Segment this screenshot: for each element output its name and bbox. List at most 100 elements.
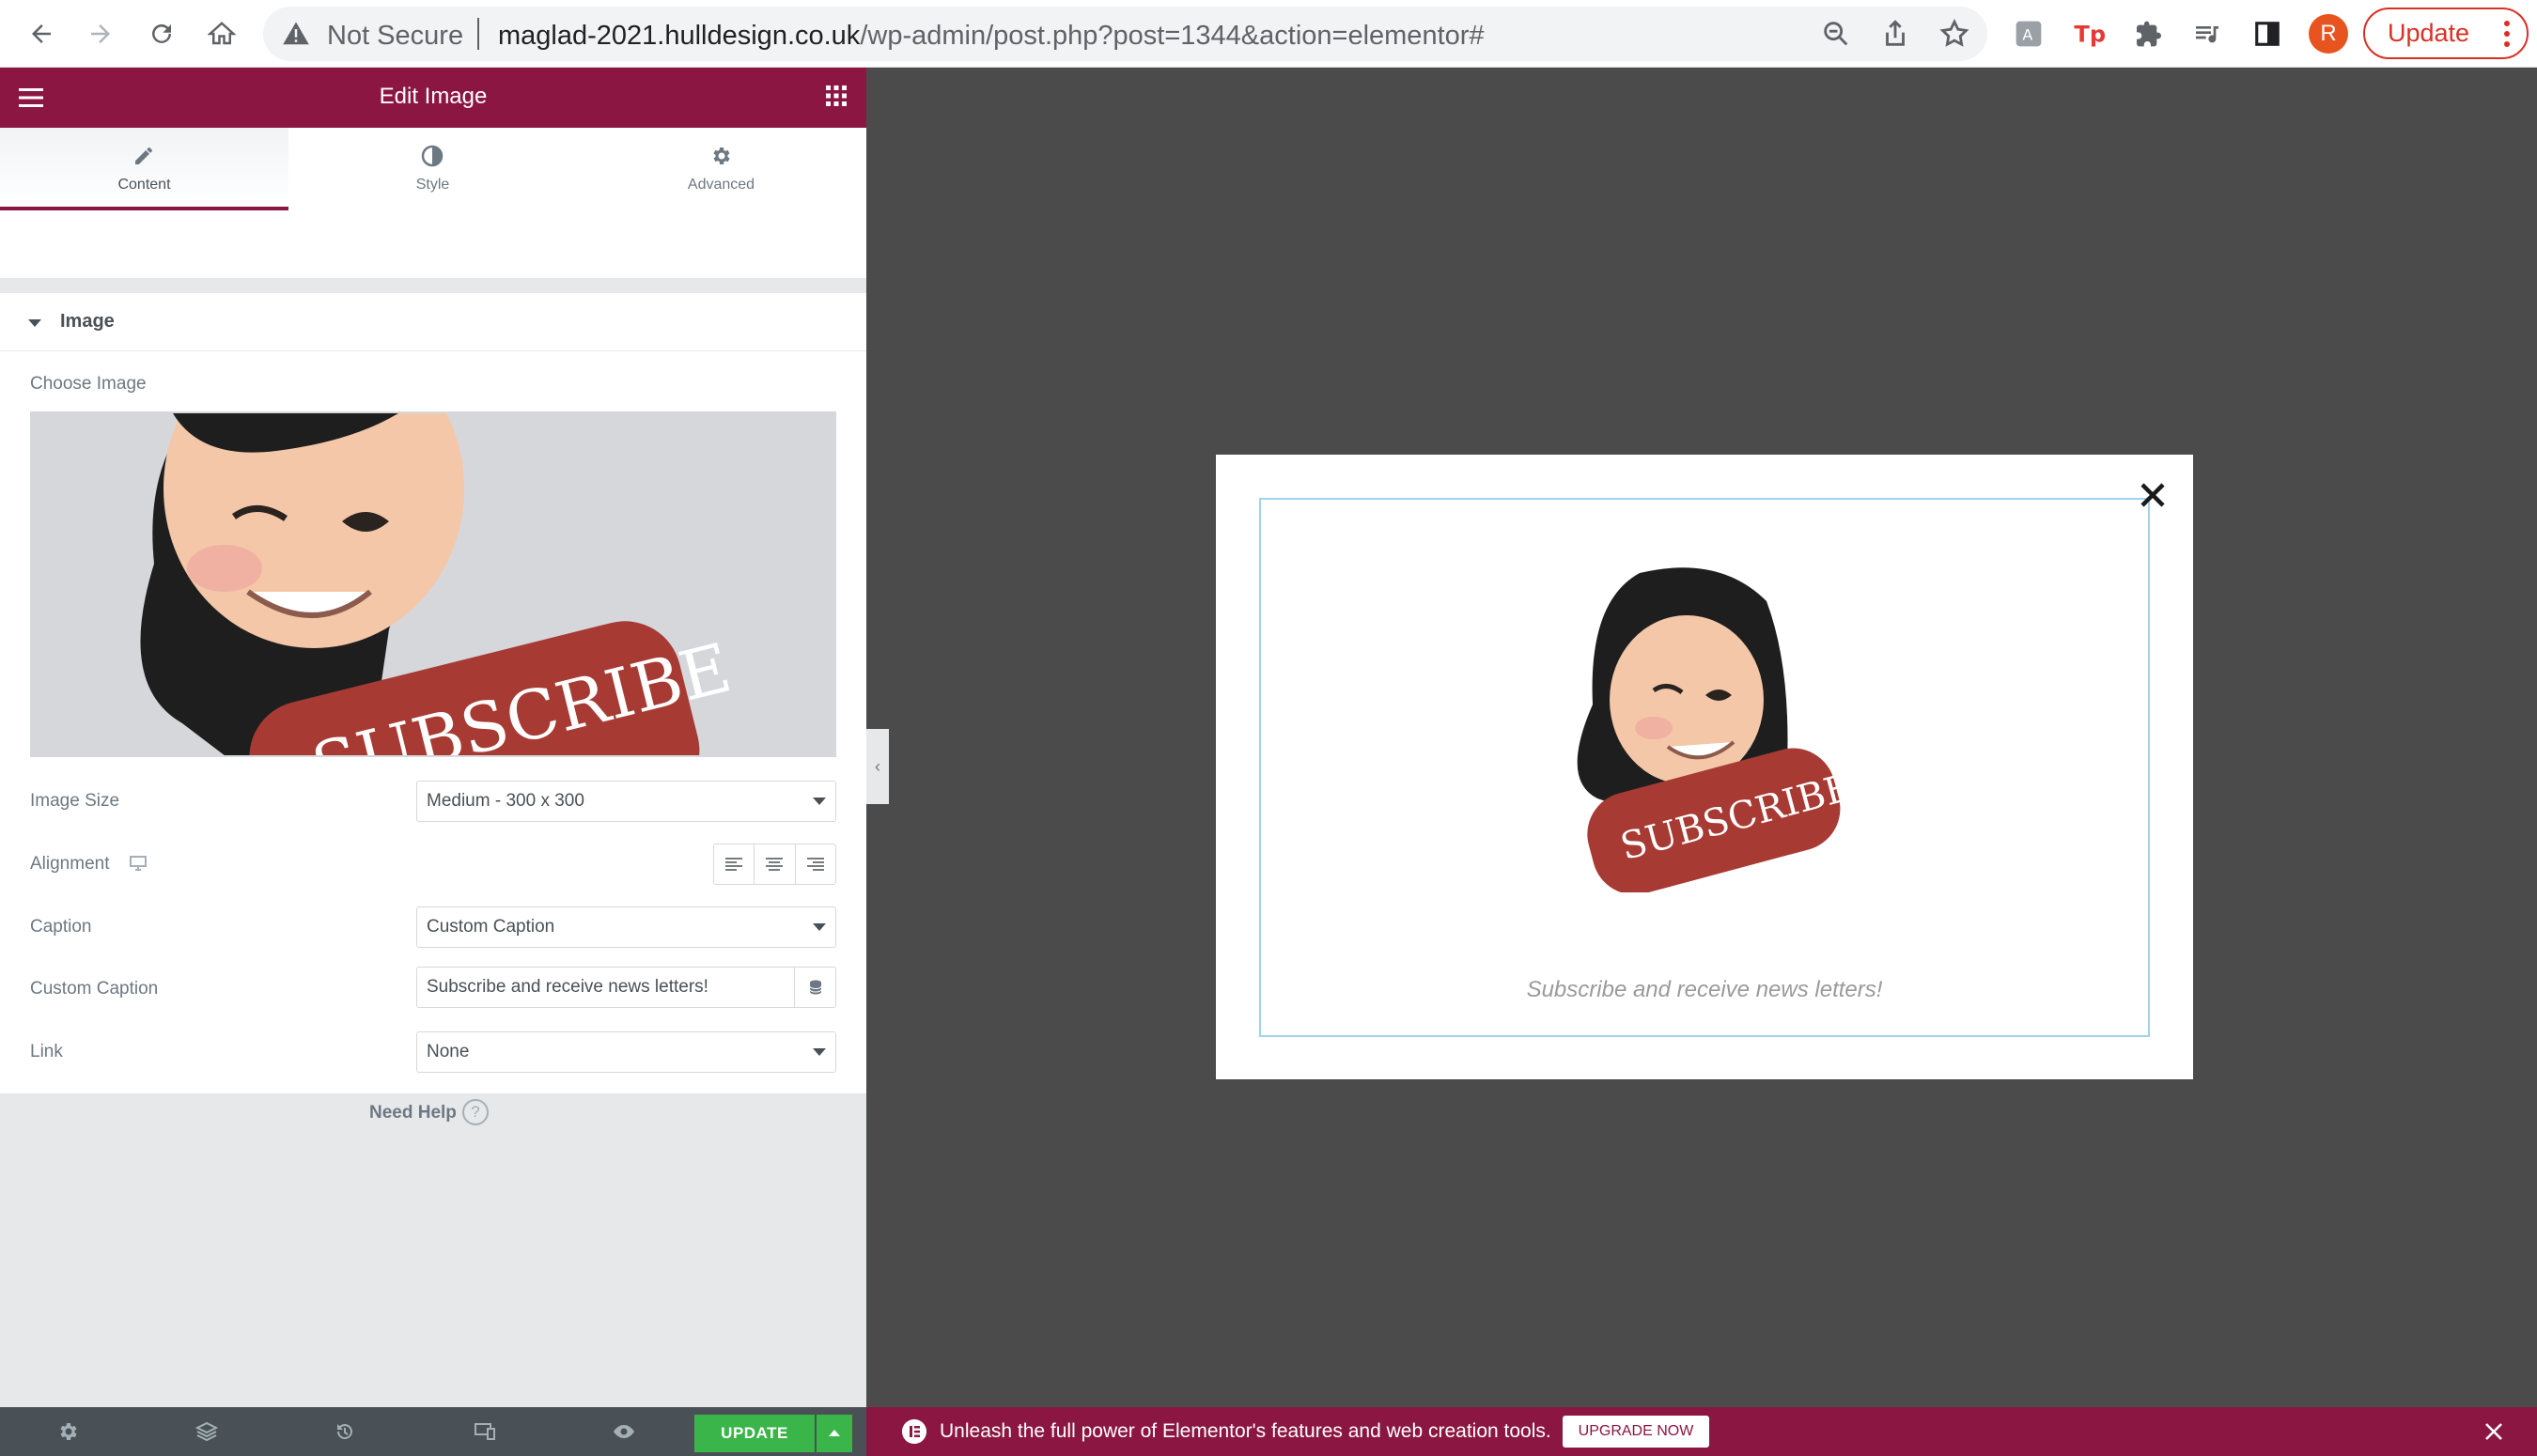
extension-translate[interactable]: A [2010, 15, 2047, 53]
extensions-button[interactable] [2129, 15, 2167, 53]
panel-footer: UPDATE [0, 1407, 866, 1456]
custom-caption-value: Subscribe and receive news letters! [427, 977, 708, 997]
promo-bar: Unleash the full power of Elementor's fe… [866, 1407, 2537, 1456]
chevron-down-icon [813, 1048, 826, 1056]
update-options-button[interactable] [817, 1415, 852, 1452]
share-icon[interactable] [1879, 18, 1911, 50]
image-chooser[interactable]: SUBSCRIBE [30, 411, 836, 757]
section-image-toggle[interactable]: Image [0, 293, 866, 351]
promo-text: Unleash the full power of Elementor's fe… [940, 1420, 1551, 1442]
align-right-icon [806, 858, 824, 871]
elementor-logo-icon [902, 1419, 926, 1444]
link-select[interactable]: None [416, 1031, 836, 1073]
responsive-mode-icon[interactable] [474, 1420, 496, 1443]
gear-icon [713, 147, 730, 164]
tab-style-label: Style [415, 177, 450, 193]
forward-button[interactable] [78, 11, 123, 56]
extension-tp[interactable]: Tp [2070, 15, 2108, 53]
browser-update-button[interactable]: Update [2363, 8, 2529, 59]
svg-text:Tp: Tp [2074, 22, 2105, 48]
database-icon [809, 980, 821, 995]
tab-advanced-label: Advanced [687, 177, 755, 193]
reload-button[interactable] [139, 11, 184, 56]
link-value: None [427, 1042, 470, 1061]
history-icon[interactable] [334, 1420, 356, 1443]
link-label: Link [30, 1042, 63, 1061]
align-center-button[interactable] [755, 844, 796, 884]
side-panel-icon [2255, 22, 2280, 46]
puzzle-icon [2137, 21, 2161, 47]
caption-select[interactable]: Custom Caption [416, 906, 836, 948]
close-icon[interactable] [2483, 1420, 2505, 1443]
alignment-label: Alignment [30, 854, 147, 875]
custom-caption-input[interactable]: Subscribe and receive news letters! [416, 967, 836, 1008]
image-size-value: Medium - 300 x 300 [427, 791, 584, 811]
home-button[interactable] [199, 11, 244, 56]
align-left-button[interactable] [714, 844, 755, 884]
security-label[interactable]: Not Secure [327, 21, 463, 52]
zoom-icon[interactable] [1820, 18, 1852, 50]
browser-toolbar: Not Secure maglad-2021.hulldesign.co.uk/… [0, 0, 2537, 68]
star-icon[interactable] [1938, 18, 1970, 50]
choose-image-label: Choose Image [30, 374, 147, 394]
translate-extension-icon: A [2016, 21, 2042, 47]
half-circle-icon [421, 145, 444, 167]
dynamic-tags-button[interactable] [794, 968, 835, 1007]
panel-header: Edit Image [0, 68, 866, 128]
desktop-icon[interactable] [129, 856, 147, 871]
preview-caption: Subscribe and receive news letters! [1526, 977, 1883, 1002]
queue-music-icon [2196, 26, 2218, 43]
reload-icon [152, 23, 171, 43]
align-left-icon [725, 858, 743, 871]
need-help-link[interactable]: Need Help [369, 1103, 457, 1123]
caption-label: Caption [30, 917, 92, 937]
arrow-right-icon [91, 24, 110, 43]
close-icon[interactable] [2137, 479, 2169, 511]
panel-title: Edit Image [379, 84, 488, 109]
elementor-panel: Edit Image Content Style Advanced Image … [0, 68, 866, 1456]
align-right-button[interactable] [796, 844, 835, 884]
widgets-grid-icon[interactable] [826, 85, 847, 106]
url-text[interactable]: maglad-2021.hulldesign.co.uk/wp-admin/po… [498, 21, 1485, 52]
caption-value: Custom Caption [427, 917, 555, 937]
layers-icon[interactable] [195, 1420, 218, 1443]
chevron-left-icon: ‹ [875, 756, 880, 776]
caret-down-icon [28, 319, 41, 327]
question-icon[interactable]: ? [462, 1099, 489, 1125]
chevron-down-icon [813, 798, 826, 805]
reading-list-button[interactable] [2188, 15, 2226, 53]
caret-up-icon [829, 1430, 840, 1436]
back-button[interactable] [19, 11, 64, 56]
side-panel-button[interactable] [2249, 15, 2286, 53]
upgrade-now-button[interactable]: UPGRADE NOW [1563, 1416, 1709, 1448]
tab-content-label: Content [117, 177, 171, 193]
address-bar[interactable]: Not Secure maglad-2021.hulldesign.co.uk/… [263, 7, 1987, 61]
more-vertical-icon [2504, 21, 2510, 47]
profile-avatar[interactable]: R [2309, 14, 2348, 54]
align-center-icon [766, 858, 784, 871]
tp-extension-icon: Tp [2074, 22, 2105, 48]
image-size-label: Image Size [30, 791, 120, 811]
home-icon [208, 22, 236, 45]
preview-memoji-image: SUBSCRIBE [1577, 567, 1857, 892]
image-size-select[interactable]: Medium - 300 x 300 [416, 781, 836, 822]
pencil-icon [135, 147, 152, 164]
omnibox-divider [477, 18, 479, 50]
update-button[interactable]: UPDATE [694, 1415, 815, 1452]
warning-icon [283, 22, 309, 45]
tab-advanced[interactable]: Advanced [577, 128, 865, 210]
panel-tabs: Content Style Advanced [0, 128, 866, 278]
eye-icon[interactable] [613, 1420, 635, 1443]
section-title: Image [60, 311, 115, 332]
url-domain: maglad-2021.hulldesign.co.uk [498, 21, 861, 51]
chevron-down-icon [813, 923, 826, 931]
image-controls: Choose Image SUBSCRIBE Image Size Medium… [0, 351, 866, 1026]
url-path: /wp-admin/post.php?post=1344&action=elem… [860, 21, 1485, 51]
tab-content[interactable]: Content [0, 128, 288, 210]
svg-text:A: A [2022, 26, 2032, 44]
panel-collapse-button[interactable]: ‹ [866, 729, 889, 804]
memoji-subscribe-image: SUBSCRIBE [32, 413, 834, 755]
tab-style[interactable]: Style [288, 128, 577, 210]
custom-caption-label: Custom Caption [30, 979, 159, 999]
settings-icon[interactable] [56, 1420, 79, 1443]
